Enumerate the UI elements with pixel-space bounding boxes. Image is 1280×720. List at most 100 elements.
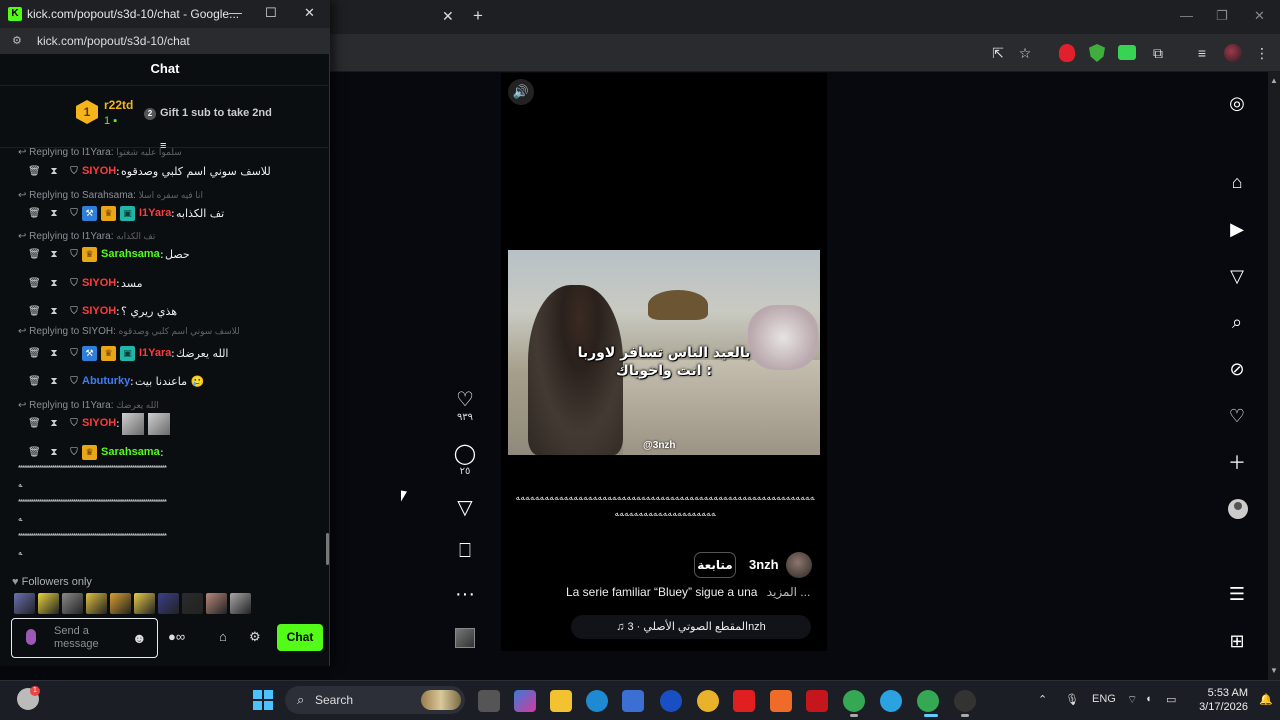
delete-icon[interactable]: 🗑 (28, 376, 41, 388)
video-frame[interactable]: بالعيد الناس تسافر لاوربا انت واخوياك : … (508, 250, 820, 455)
moderator-badge-icon[interactable]: ⚒ (82, 346, 97, 361)
explore-icon[interactable]: ⊘ (1226, 358, 1248, 380)
maximize-icon[interactable]: ❐ (1216, 8, 1228, 24)
file-explorer-icon[interactable] (550, 690, 572, 712)
crown-badge-icon[interactable]: ♛ (82, 247, 97, 262)
ban-icon[interactable]: ⛉ (68, 306, 80, 318)
delete-icon[interactable]: 🗑 (28, 306, 41, 318)
ban-icon[interactable]: ⛉ (68, 418, 80, 430)
notification-bell-icon[interactable]: 🔔 (1259, 693, 1273, 706)
delete-icon[interactable]: 🗑 (28, 418, 41, 430)
reels-icon[interactable]: ▶ (1226, 218, 1248, 240)
crown-badge-icon[interactable]: ♛ (82, 445, 97, 460)
chat-emote-image[interactable] (122, 413, 144, 435)
audio-track[interactable]: ♫ المقطع الصوتي الأصلي · 3nzh (571, 615, 811, 639)
quick-emote[interactable] (230, 593, 251, 614)
delete-icon[interactable]: 🗑 (28, 249, 41, 261)
store-app-icon[interactable] (622, 690, 644, 712)
leader-name[interactable]: r22td (104, 98, 133, 112)
more-action[interactable]: ··· (453, 584, 477, 604)
chat-username[interactable]: Sarahsama (101, 446, 160, 458)
share-action[interactable]: ▽ (453, 498, 477, 518)
chat-scrollbar[interactable] (326, 533, 329, 565)
ban-icon[interactable]: ⛉ (68, 348, 80, 360)
new-tab-icon[interactable]: + (473, 6, 483, 26)
notifications-icon[interactable]: ♡ (1226, 405, 1248, 427)
chat-username[interactable]: SIYOH (82, 277, 116, 289)
ban-icon[interactable]: ⛉ (68, 208, 80, 220)
timeout-icon[interactable]: ⧗ (48, 447, 60, 459)
reply-context[interactable]: ↩ Replying to I1Yara: سلموا عليه شغتوا (18, 148, 318, 158)
scroll-up-icon[interactable]: ▲ (1270, 76, 1278, 85)
delete-icon[interactable]: 🗑 (28, 208, 41, 220)
bookmark-icon[interactable]: ⎕ (453, 541, 477, 561)
popup-url[interactable]: kick.com/popout/s3d-10/chat (37, 34, 190, 48)
quick-emote[interactable] (158, 593, 179, 614)
chat-username[interactable]: SIYOH (82, 165, 116, 177)
heart-icon[interactable]: ♡ (453, 390, 477, 410)
extension-green-icon[interactable] (1118, 45, 1136, 60)
timeout-icon[interactable]: ⧗ (48, 278, 60, 290)
timeout-icon[interactable]: ⧗ (48, 249, 60, 261)
ban-icon[interactable]: ⛉ (68, 278, 80, 290)
timeout-icon[interactable]: ⧗ (48, 208, 60, 220)
infinity-icon[interactable]: ●∞ (168, 629, 185, 644)
copilot-icon[interactable] (514, 690, 536, 712)
tray-overflow-icon[interactable]: ⌃ (1038, 693, 1047, 706)
windows-start-icon[interactable] (253, 690, 273, 710)
chat-username[interactable]: Sarahsama (101, 248, 160, 260)
chat-username[interactable]: Abuturky (82, 375, 130, 387)
youtube-icon[interactable] (733, 690, 755, 712)
crown-badge-icon[interactable]: ♛ (101, 346, 116, 361)
extensions-puzzle-icon[interactable]: ⧉ (1148, 43, 1168, 63)
music-disc[interactable] (455, 628, 475, 648)
delete-icon[interactable]: 🗑 (28, 348, 41, 360)
extension-red-icon[interactable] (1059, 44, 1075, 62)
chat-username[interactable]: I1Yara (139, 207, 171, 219)
reply-context[interactable]: ↩ Replying to I1Yara: الله يعرضك (18, 400, 318, 411)
timeout-icon[interactable]: ⧗ (48, 376, 60, 388)
support-icon[interactable] (697, 690, 719, 712)
subscriber-badge-icon[interactable]: ▣ (120, 346, 135, 361)
install-app-icon[interactable]: ⇱ (988, 43, 1008, 63)
clock[interactable]: 5:53 AM 3/17/2026 (1196, 686, 1248, 714)
ban-icon[interactable]: ⛉ (68, 166, 80, 178)
brave-icon[interactable] (770, 690, 792, 712)
timeout-icon[interactable]: ⧗ (48, 348, 60, 360)
ban-icon[interactable]: ⛉ (68, 447, 80, 459)
site-info-icon[interactable]: ⚙ (12, 34, 22, 47)
timeout-icon[interactable]: ⧗ (48, 166, 60, 178)
wifi-icon[interactable]: ⌔ (1127, 693, 1137, 707)
chat-emote-image[interactable] (148, 413, 170, 435)
quick-emote[interactable] (110, 593, 131, 614)
speaker-icon[interactable]: ◖ (1145, 693, 1152, 705)
more-icon[interactable]: ··· (453, 584, 477, 604)
chrome-active-icon[interactable] (917, 690, 939, 712)
save-action[interactable]: ⎕ (453, 541, 477, 561)
quick-emote[interactable] (14, 593, 35, 614)
quick-emote[interactable] (38, 593, 59, 614)
reply-context[interactable]: ↩ Replying to I1Yara: تف الكذابه (18, 231, 318, 242)
reply-context[interactable]: ↩ Replying to Sarahsama: انا فيه سفره اس… (18, 190, 318, 201)
volume-icon[interactable]: 🔊 (508, 79, 534, 105)
battery-icon[interactable]: ▭ (1166, 693, 1176, 706)
subscriber-badge-icon[interactable]: ▣ (120, 206, 135, 221)
quick-emote[interactable] (62, 593, 83, 614)
close-window-icon[interactable]: ✕ (1254, 8, 1265, 24)
quick-emote[interactable] (86, 593, 107, 614)
send-chat-button[interactable]: Chat (277, 624, 323, 651)
media-controls-icon[interactable]: ≡ (1192, 43, 1212, 63)
gift-cta[interactable]: 2 Gift 1 sub to take 2nd (144, 107, 272, 120)
browser-menu-icon[interactable]: ⋮ (1252, 43, 1272, 63)
ban-icon[interactable]: ⛉ (68, 249, 80, 261)
timeout-icon[interactable]: ⧗ (48, 418, 60, 430)
emoji-icon[interactable]: ☻ (132, 630, 147, 646)
taskbar-search[interactable]: ⌕ Search (285, 686, 465, 714)
delete-icon[interactable]: 🗑 (28, 278, 41, 290)
menu-icon[interactable]: ☰ (1226, 583, 1248, 605)
mcafee-icon[interactable] (806, 690, 828, 712)
crown-badge-icon[interactable]: ♛ (101, 206, 116, 221)
moderator-badge-icon[interactable]: ⚒ (82, 206, 97, 221)
comment-icon[interactable]: ◯ (453, 444, 477, 464)
tab-close-icon[interactable]: ✕ (442, 8, 454, 25)
